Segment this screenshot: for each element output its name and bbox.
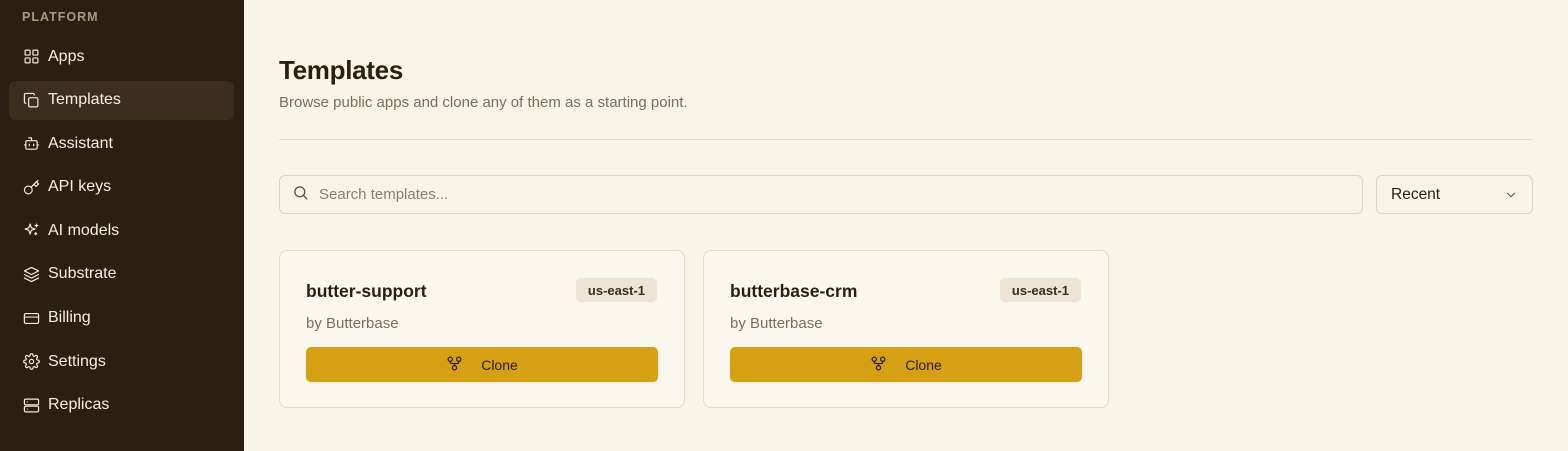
sidebar-item-label: Templates bbox=[48, 91, 121, 109]
clone-button-label: Clone bbox=[481, 356, 518, 373]
sidebar-item-label: Assistant bbox=[48, 134, 113, 152]
sidebar-item-label: Settings bbox=[48, 352, 106, 370]
section-label: PLATFORM bbox=[22, 10, 99, 24]
sort-select[interactable]: Recent bbox=[1376, 175, 1533, 214]
sidebar-item-api-keys[interactable]: API keys bbox=[9, 168, 234, 207]
sidebar-nav: Apps Templates Assistant API keys AI mod… bbox=[9, 37, 234, 429]
git-fork-icon bbox=[446, 355, 463, 375]
git-fork-icon bbox=[870, 355, 887, 375]
template-card: butterbase-crm us-east-1 by Butterbase C… bbox=[703, 250, 1109, 408]
sidebar-item-assistant[interactable]: Assistant bbox=[9, 124, 234, 163]
search-input[interactable] bbox=[319, 186, 1319, 203]
layers-icon bbox=[22, 265, 40, 283]
clone-button[interactable]: Clone bbox=[306, 347, 658, 382]
region-badge: us-east-1 bbox=[575, 278, 657, 302]
sort-select-value: Recent bbox=[1391, 185, 1441, 203]
sidebar-item-label: Billing bbox=[48, 309, 91, 327]
sidebar-item-label: Replicas bbox=[48, 396, 110, 414]
sidebar-item-replicas[interactable]: Replicas bbox=[9, 386, 234, 425]
copy-icon bbox=[22, 91, 40, 109]
template-author: by Butterbase bbox=[306, 315, 399, 332]
credit-card-icon bbox=[22, 309, 40, 327]
template-name: butter-support bbox=[306, 281, 427, 301]
main-content: Templates Browse public apps and clone a… bbox=[244, 0, 1568, 451]
sidebar-item-label: Apps bbox=[48, 47, 85, 65]
sidebar-item-templates[interactable]: Templates bbox=[9, 80, 234, 120]
template-name: butterbase-crm bbox=[730, 281, 858, 301]
search-icon bbox=[292, 184, 309, 206]
page-title: Templates bbox=[279, 55, 403, 85]
sidebar-item-label: AI models bbox=[48, 221, 120, 239]
sidebar-item-apps[interactable]: Apps bbox=[9, 37, 234, 76]
template-card: butter-support us-east-1 by Butterbase C… bbox=[279, 250, 685, 408]
sidebar-item-ai-models[interactable]: AI models bbox=[9, 211, 234, 250]
sidebar-item-billing[interactable]: Billing bbox=[9, 299, 234, 338]
search-box[interactable] bbox=[279, 175, 1363, 214]
sidebar-item-label: API keys bbox=[48, 178, 112, 196]
server-icon bbox=[22, 396, 40, 414]
clone-button-label: Clone bbox=[905, 356, 942, 373]
sidebar-item-settings[interactable]: Settings bbox=[9, 342, 234, 381]
template-author: by Butterbase bbox=[730, 315, 823, 332]
gear-icon bbox=[22, 353, 40, 371]
page-subtitle: Browse public apps and clone any of them… bbox=[279, 94, 688, 111]
region-badge: us-east-1 bbox=[999, 278, 1081, 302]
sparkles-icon bbox=[22, 222, 40, 240]
bot-icon bbox=[22, 135, 40, 153]
sidebar-item-substrate[interactable]: Substrate bbox=[9, 255, 234, 294]
clone-button[interactable]: Clone bbox=[730, 347, 1082, 382]
grid-icon bbox=[22, 48, 40, 66]
sidebar-item-label: Substrate bbox=[48, 265, 117, 283]
key-icon bbox=[22, 178, 40, 196]
sidebar: PLATFORM Apps Templates Assistant API ke… bbox=[0, 0, 244, 451]
divider bbox=[279, 139, 1533, 140]
chevron-down-icon bbox=[1504, 188, 1518, 207]
